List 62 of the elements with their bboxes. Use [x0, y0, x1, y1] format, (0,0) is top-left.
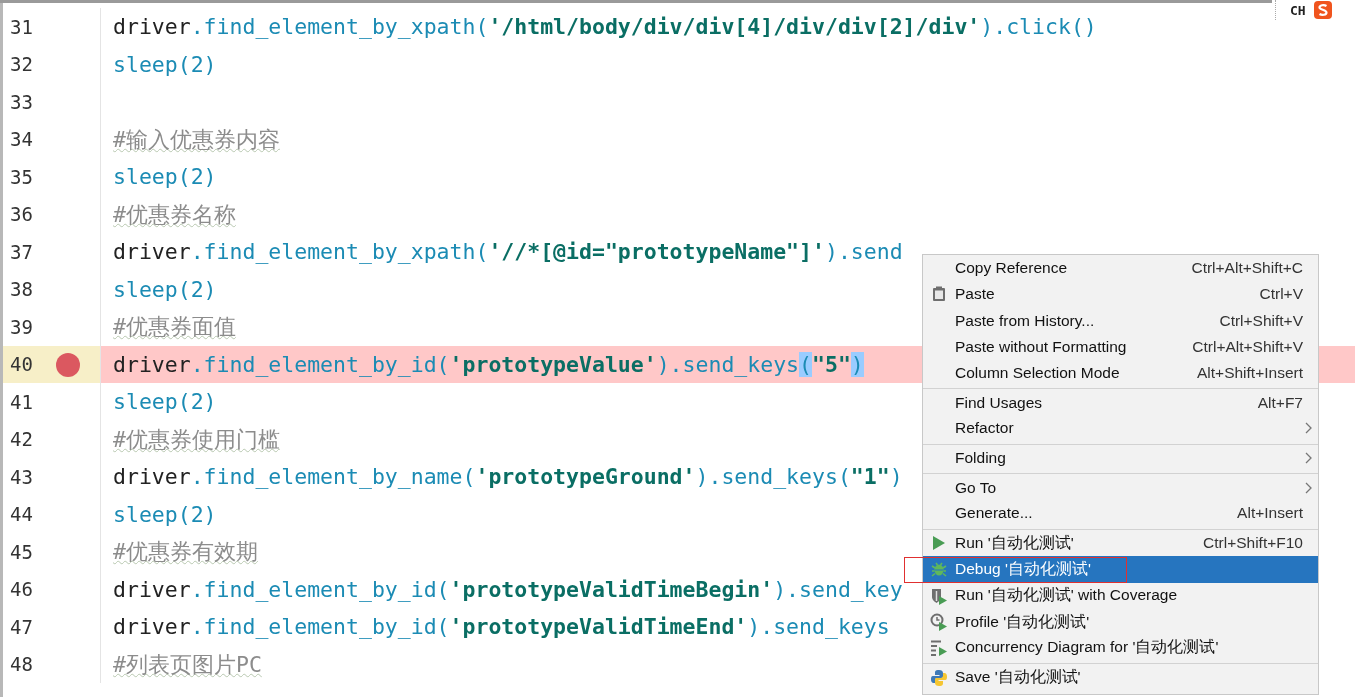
- code-line: #优惠券使用门槛: [113, 425, 280, 454]
- code-line: #优惠券有效期: [113, 538, 258, 567]
- menu-item[interactable]: Column Selection Mode Alt+Shift+Insert: [923, 360, 1318, 390]
- line-number: 33: [10, 90, 33, 113]
- menu-item[interactable]: Debug '自动化测试': [923, 556, 1318, 583]
- code-line: sleep(2): [113, 164, 217, 190]
- chevron-icon: [1305, 422, 1312, 435]
- clock-play-icon: [930, 613, 948, 631]
- code-line: driver.find_element_by_name('prototypeGround').send_keys("1"): [113, 464, 903, 490]
- menu-item[interactable]: Generate... Alt+Insert: [923, 500, 1318, 530]
- menu-item[interactable]: Concurrency Diagram for '自动化测试': [923, 635, 1318, 665]
- menu-item[interactable]: Paste Ctrl+V: [923, 281, 1318, 308]
- menu-item[interactable]: Save '自动化测试': [923, 664, 1318, 691]
- menu-item[interactable]: Paste without Formatting Ctrl+Alt+Shift+V: [923, 333, 1318, 361]
- line-number: 35: [10, 165, 33, 188]
- line-number: 37: [10, 240, 33, 263]
- shield-play-icon: [930, 586, 948, 605]
- line-number: 40: [10, 353, 33, 376]
- bug-icon: [931, 561, 947, 578]
- clipboard-icon: [932, 286, 946, 303]
- menu-item[interactable]: Find Usages Alt+F7: [923, 389, 1318, 416]
- line-number: 32: [10, 53, 33, 76]
- menu-item[interactable]: Paste from History... Ctrl+Shift+V: [923, 307, 1318, 334]
- line-number: 48: [10, 653, 33, 676]
- line-number: 38: [10, 278, 33, 301]
- menu-item[interactable]: Copy Reference Ctrl+Alt+Shift+C: [923, 255, 1318, 282]
- play-icon: [932, 535, 946, 552]
- code-line: #优惠券名称: [113, 200, 236, 229]
- line-number: 41: [10, 390, 33, 413]
- line-number: 36: [10, 203, 33, 226]
- line-number: 45: [10, 540, 33, 563]
- list-play-icon: [930, 638, 948, 657]
- line-number: 46: [10, 578, 33, 601]
- code-line: #优惠券面值: [113, 313, 236, 342]
- menu-item[interactable]: Profile '自动化测试': [923, 608, 1318, 636]
- code-line: driver.find_element_by_id('prototypeValidTimeBegin').send_key: [113, 576, 903, 602]
- line-number: 34: [10, 128, 33, 151]
- code-line: driver.find_element_by_id('prototypeValue').send_keys("5"): [113, 351, 864, 377]
- chevron-icon: [1305, 481, 1312, 494]
- breakpoint-icon[interactable]: [56, 352, 80, 377]
- code-line: sleep(2): [113, 389, 217, 415]
- line-number: 31: [10, 15, 33, 38]
- menu-item[interactable]: Run '自动化测试' with Coverage: [923, 582, 1318, 609]
- line-number: 47: [10, 615, 33, 638]
- menu-item[interactable]: Refactor: [923, 415, 1318, 446]
- code-line: sleep(2): [113, 501, 217, 527]
- python-icon: [930, 668, 948, 687]
- menu-item[interactable]: Run '自动化测试' Ctrl+Shift+F10: [923, 529, 1318, 557]
- line-number: 39: [10, 315, 33, 338]
- chevron-icon: [1305, 451, 1312, 464]
- code-line: #列表页图片PC: [113, 650, 262, 679]
- code-line: #输入优惠券内容: [113, 125, 280, 154]
- line-number: 44: [10, 503, 33, 526]
- code-line: driver.find_element_by_xpath('//*[@id="prototypeName"]').send: [113, 239, 903, 265]
- code-line: sleep(2): [113, 51, 217, 77]
- menu-item[interactable]: Folding: [923, 445, 1318, 475]
- line-number: 43: [10, 465, 33, 488]
- code-line: sleep(2): [113, 276, 217, 302]
- line-number: 42: [10, 428, 33, 451]
- code-line: driver.find_element_by_xpath('/html/body/div/div[4]/div/div[2]/div').click(): [113, 14, 1097, 40]
- code-line: driver.find_element_by_id('prototypeValidTimeEnd').send_keys: [113, 614, 890, 640]
- menu-item[interactable]: Go To: [923, 474, 1318, 501]
